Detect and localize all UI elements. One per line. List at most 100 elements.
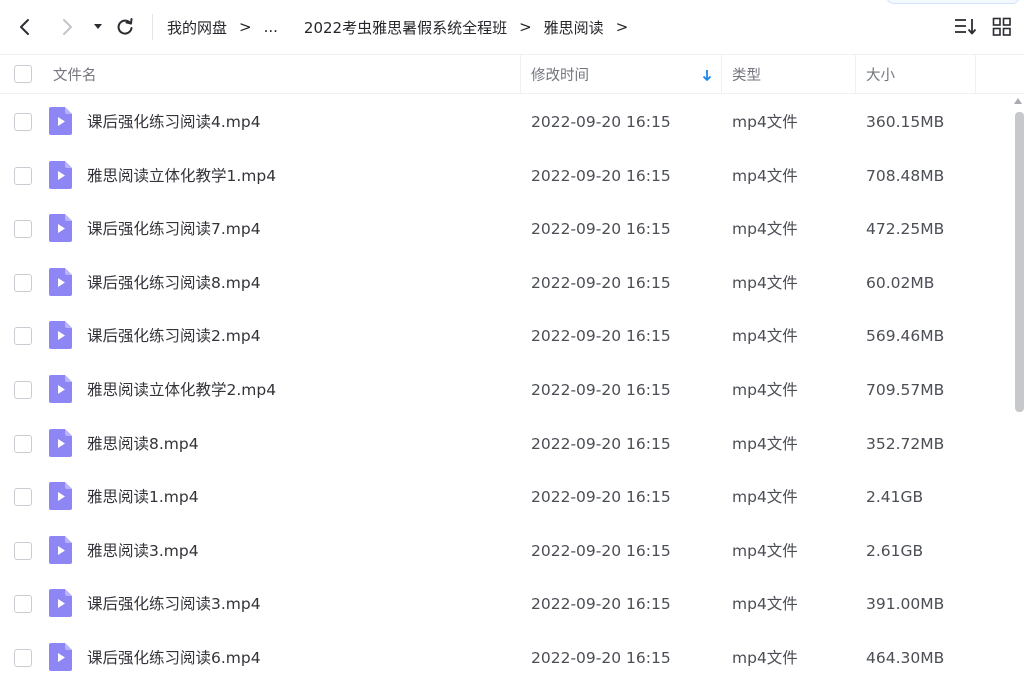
table-row[interactable]: 雅思阅读立体化教学1.mp4 2022-09-20 16:15 mp4文件 708.4… [0,148,1012,202]
column-header-name[interactable]: 文件名 [53,55,97,94]
select-all-checkbox[interactable] [14,65,32,83]
breadcrumb-item-ellipsis[interactable]: ... [264,18,278,36]
video-file-icon [49,642,72,671]
column-header-size[interactable]: 大小 [866,55,895,94]
file-size: 464.30MB [866,648,945,667]
table-row[interactable]: 课后强化练习阅读2.mp4 2022-09-20 16:15 mp4文件 569.46… [0,308,1012,362]
video-file-icon [49,321,72,350]
sort-button[interactable] [953,16,977,38]
file-modified-time: 2022-09-20 16:15 [531,648,671,667]
video-file-icon [49,589,72,618]
video-file-icon [49,160,72,189]
row-checkbox[interactable] [14,166,32,185]
column-header-type[interactable]: 类型 [732,55,761,94]
file-size: 709.57MB [866,380,945,399]
file-type: mp4文件 [732,595,798,614]
row-checkbox[interactable] [14,380,32,399]
row-checkbox[interactable] [14,273,32,292]
file-modified-time: 2022-09-20 16:15 [531,220,671,239]
grid-view-button[interactable] [992,17,1012,37]
row-checkbox[interactable] [14,595,32,614]
table-row[interactable]: 雅思阅读1.mp4 2022-09-20 16:15 mp4文件 2.41GB [0,469,1012,523]
file-modified-time: 2022-09-20 16:15 [531,488,671,507]
file-modified-time: 2022-09-20 16:15 [531,541,671,560]
file-type: mp4文件 [732,434,798,453]
row-checkbox[interactable] [14,488,32,507]
breadcrumb-item-course[interactable]: 2022考虫雅思暑假系统全程班 [304,17,507,38]
file-size: 391.00MB [866,595,945,614]
file-name[interactable]: 雅思阅读3.mp4 [87,523,199,579]
table-row[interactable]: 课后强化练习阅读3.mp4 2022-09-20 16:15 mp4文件 391.00… [0,576,1012,630]
file-type: mp4文件 [732,488,798,507]
video-file-icon [49,107,72,135]
file-size: 2.61GB [866,541,924,560]
file-type: mp4文件 [732,380,798,399]
file-type: mp4文件 [732,541,798,560]
refresh-button[interactable] [110,11,140,43]
file-name[interactable]: 课后强化练习阅读6.mp4 [87,630,261,686]
row-checkbox[interactable] [14,220,32,239]
history-dropdown-button[interactable] [88,11,108,43]
file-modified-time: 2022-09-20 16:15 [531,380,671,399]
column-header-modified[interactable]: 修改时间 [531,55,589,94]
video-file-icon [49,267,72,296]
table-row[interactable]: 雅思阅读8.mp4 2022-09-20 16:15 mp4文件 352.72MB [0,416,1012,470]
breadcrumb-separator: > [519,18,532,36]
scroll-up-arrow-icon[interactable] [1014,98,1022,104]
file-name[interactable]: 雅思阅读立体化教学1.mp4 [87,148,276,204]
file-type: mp4文件 [732,648,798,667]
file-type: mp4文件 [732,327,798,346]
file-size: 2.41GB [866,488,924,507]
caret-down-icon [94,24,102,29]
column-divider [520,55,521,94]
file-modified-time: 2022-09-20 16:15 [531,327,671,346]
table-row[interactable]: 雅思阅读3.mp4 2022-09-20 16:15 mp4文件 2.61GB [0,523,1012,577]
sort-descending-arrow-icon [702,70,712,81]
column-divider [975,55,976,94]
file-type: mp4文件 [732,166,798,185]
file-size: 352.72MB [866,434,945,453]
file-name[interactable]: 课后强化练习阅读3.mp4 [87,576,261,632]
table-row[interactable]: 课后强化练习阅读8.mp4 2022-09-20 16:15 mp4文件 60.02M… [0,255,1012,309]
video-file-icon [49,428,72,457]
row-checkbox[interactable] [14,541,32,560]
table-row[interactable]: 课后强化练习阅读6.mp4 2022-09-20 16:15 mp4文件 464.30… [0,630,1012,684]
file-name[interactable]: 雅思阅读1.mp4 [87,469,199,525]
scrollbar-thumb[interactable] [1015,112,1024,412]
grid-view-icon [992,17,1011,36]
breadcrumb-item-current[interactable]: 雅思阅读 [544,17,604,38]
file-type: mp4文件 [732,220,798,239]
file-modified-time: 2022-09-20 16:15 [531,273,671,292]
file-modified-time: 2022-09-20 16:15 [531,113,671,131]
chevron-left-icon [20,19,29,35]
chevron-right-icon [63,19,72,35]
file-size: 360.15MB [866,113,945,131]
file-size: 60.02MB [866,273,935,292]
nav-divider [152,14,153,40]
sort-list-icon [955,19,977,35]
table-row[interactable]: 雅思阅读立体化教学2.mp4 2022-09-20 16:15 mp4文件 709.5… [0,362,1012,416]
file-name[interactable]: 雅思阅读立体化教学2.mp4 [87,362,276,418]
column-divider [855,55,856,94]
back-button[interactable] [10,11,40,43]
file-name[interactable]: 课后强化练习阅读8.mp4 [87,255,261,311]
breadcrumb-separator: > [239,18,252,36]
file-name[interactable]: 课后强化练习阅读4.mp4 [87,94,261,150]
column-divider [721,55,722,94]
forward-button[interactable] [52,11,82,43]
row-checkbox[interactable] [14,648,32,667]
file-name[interactable]: 课后强化练习阅读7.mp4 [87,201,261,257]
row-checkbox[interactable] [14,434,32,453]
file-size: 708.48MB [866,166,945,185]
breadcrumb-separator: > [615,18,629,36]
row-checkbox[interactable] [14,113,32,131]
file-modified-time: 2022-09-20 16:15 [531,166,671,185]
file-name[interactable]: 课后强化练习阅读2.mp4 [87,308,261,364]
file-modified-time: 2022-09-20 16:15 [531,434,671,453]
table-row[interactable]: 课后强化练习阅读4.mp4 2022-09-20 16:15 mp4文件 360.15… [0,94,1012,148]
row-checkbox[interactable] [14,327,32,346]
file-list: 课后强化练习阅读4.mp4 2022-09-20 16:15 mp4文件 360.15… [0,94,1012,684]
table-row[interactable]: 课后强化练习阅读7.mp4 2022-09-20 16:15 mp4文件 472.25… [0,201,1012,255]
file-name[interactable]: 雅思阅读8.mp4 [87,416,199,472]
breadcrumb-item-my-drive[interactable]: 我的网盘 [167,17,227,38]
